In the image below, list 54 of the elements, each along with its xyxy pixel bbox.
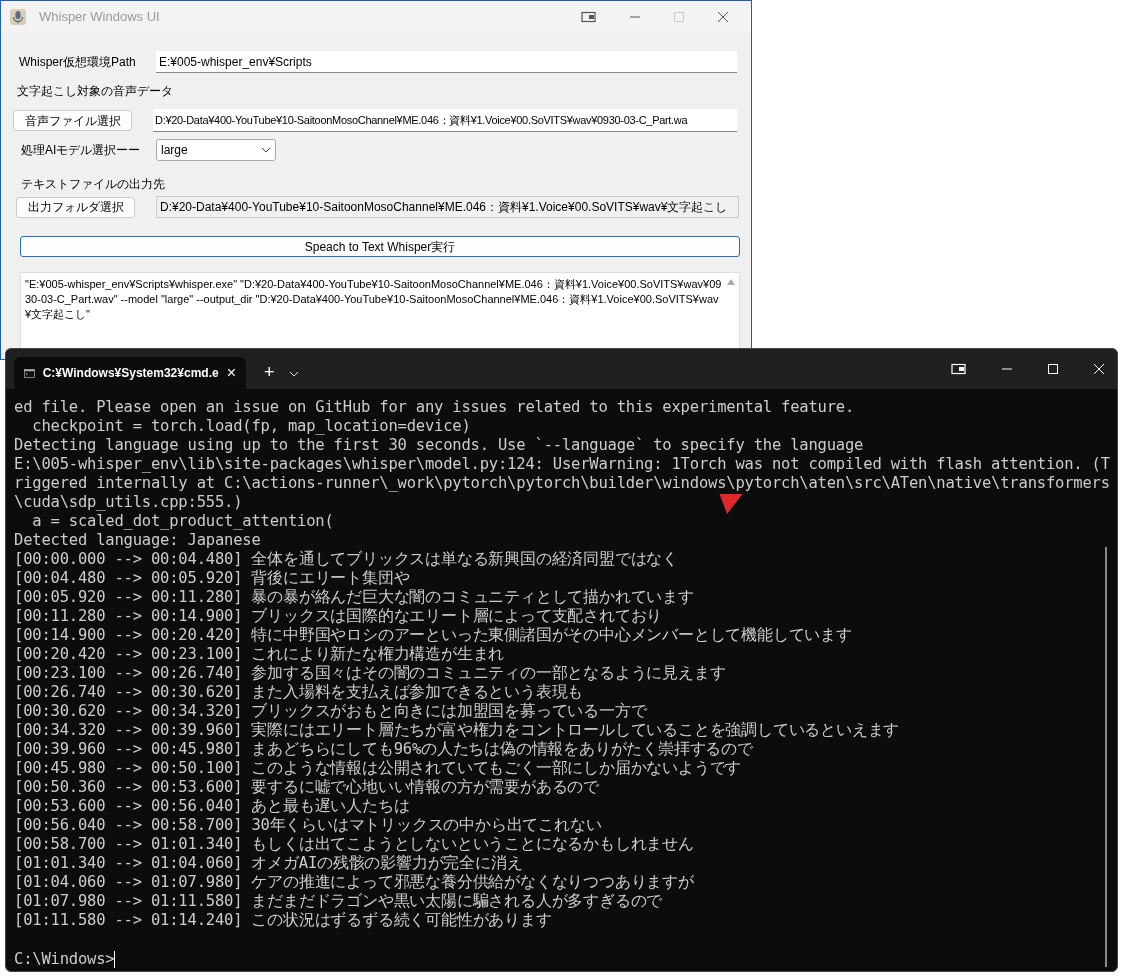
path-field[interactable]: E:¥005-whisper_env¥Scripts — [156, 51, 737, 73]
console-line: [00:39.960 --> 00:45.980] まあどちらにしても96%の人たちは偽の情報をありがたく崇拝するので — [14, 740, 753, 759]
scroll-up-icon — [727, 279, 735, 285]
chevron-down-icon[interactable] — [288, 371, 299, 377]
model-label: 処理AIモデル選択ーー — [21, 142, 142, 159]
console-line: riggered internally at C:\actions-runner\_work\pytorch\pytorch\builder\windows\pytorch\aten\src\ATen\native\transformers — [14, 474, 1110, 493]
tab-close-button[interactable]: × — [226, 365, 236, 381]
console-line: a = scaled_dot_product_attention( — [31, 512, 334, 531]
console-line: [00:58.700 --> 01:01.340] もしくは出てこようとしないということになるかもしれません — [14, 835, 694, 854]
console-line: [00:14.900 --> 00:20.420] 特に中野国やロシのアーといった東側諸国がその中心メンバーとして機能しています — [14, 626, 852, 645]
console-line: [00:50.360 --> 00:53.600] 要するに嘘で心地いい情報の方が需要があるので — [14, 778, 600, 797]
console-line: [01:04.060 --> 01:07.980] ケアの推進によって邪悪な養分供給がなくなりつつありますが — [14, 873, 694, 892]
console-line: checkpoint = torch.load(fp, map_location=device) — [31, 417, 471, 436]
console-icon — [24, 366, 35, 380]
console-line: Detecting language using up to the first 30 seconds. Use `--language` to specify the language — [14, 436, 864, 455]
path-label: Whisper仮想環境Path — [19, 54, 137, 71]
console-prompt: C:\Windows> — [14, 950, 115, 969]
console-line: E:\005-whisper_env\lib\site-packages\whisper\model.py:124: UserWarning: 1Torch was not compiled with flash attention. (T — [14, 455, 1110, 474]
console-line: [00:23.100 --> 00:26.740] 参加する国々はその闇のコミュニティの一部となるように見えます — [14, 664, 726, 683]
console-line: [00:04.480 --> 00:05.920] 背後にエリート集団や — [14, 569, 410, 588]
window-layout-icon[interactable] — [581, 11, 597, 23]
console-line: [00:05.920 --> 00:11.280] 暴の暴が絡んだ巨大な闇のコミュニティとして描かれています — [14, 588, 694, 607]
console-line: [00:45.980 --> 00:50.100] このような情報は公開されていてもごく一部にしか届かないようです — [14, 759, 742, 778]
audio-file-field[interactable]: D:¥20-Data¥400-YouTube¥10-SaitoonMosoChannel¥ME.046：資料¥1.Voice¥00.SoVITS¥wav¥0930-03-C_Part.wa — [153, 109, 737, 132]
console-line: \cuda\sdp_utils.cpp:555.) — [14, 493, 243, 512]
output-section-label: テキストファイルの出力先 — [21, 176, 165, 193]
console-line: [00:30.620 --> 00:34.320] ブリックスがおもと向きには加盟国を募っている一方で — [14, 702, 647, 721]
terminal-tab[interactable]: C:¥Windows¥System32¥cmd.e × — [14, 357, 246, 389]
console-line: [01:01.340 --> 01:04.060] オメガAIの残骸の影響力が完全に消え — [14, 854, 523, 873]
microphone-icon — [9, 8, 27, 26]
console-line: [00:34.320 --> 00:39.960] 実際にはエリート層たちが富や権力をコントロールしていることを強調しているといえます — [14, 721, 900, 740]
console-line: [01:07.980 --> 01:11.580] まだまだドラゴンや黒い太陽に騙される人が多すぎるので — [14, 892, 663, 911]
output-folder-button[interactable]: 出力フォルダ選択 — [16, 196, 135, 218]
run-button[interactable]: Speach to Text Whisper実行 — [20, 236, 740, 257]
console-line: [00:53.600 --> 00:56.040] あと最も遅い人たちは — [14, 797, 410, 816]
model-dropdown[interactable]: large — [156, 139, 276, 161]
close-icon[interactable] — [717, 11, 729, 23]
audio-section-label: 文字起こし対象の音声データ — [17, 83, 173, 100]
console-line: [00:20.420 --> 00:23.100] これにより新たな権力構造が生まれ — [14, 645, 505, 664]
console-line: ed file. Please open an issue on GitHub for any issues related to this experimental feature. — [14, 398, 855, 417]
window-title: Whisper Windows UI — [39, 8, 160, 27]
chevron-down-icon — [261, 147, 271, 153]
console-line: [00:11.280 --> 00:14.900] ブリックスは国際的なエリート層によって支配されており — [14, 607, 663, 626]
console-line: [00:56.040 --> 00:58.700] 30年くらいはマトリックスの中から出てこれない — [14, 816, 602, 835]
new-tab-button[interactable]: + — [264, 363, 275, 381]
console-line: Detected language: Japanese — [14, 531, 261, 550]
log-text: "E:¥005-whisper_env¥Scripts¥whisper.exe" "D:¥20-Data¥400-YouTube¥10-SaitoonMosoChannel¥ME.046：資料¥1.Voice¥00.SoVITS¥wav¥0930-03-C_Part.wav" --model "large" --output_dir "D:¥20-Data¥400-YouTube¥10-SaitoonMosoChannel¥ME.046：資料¥1.Voice¥00.SoVITS¥wav¥文字起こし" — [24, 277, 723, 322]
console-line: [01:11.580 --> 01:14.240] この状況はずるずる続く可能性があります — [14, 911, 552, 930]
console-line: [00:26.740 --> 00:30.620] また入場料を支払えば参加できるという表現も — [14, 683, 584, 702]
output-folder-field: D:¥20-Data¥400-YouTube¥10-SaitoonMosoChannel¥ME.046：資料¥1.Voice¥00.SoVITS¥wav¥文字起こし — [156, 196, 739, 218]
text-cursor — [114, 951, 116, 968]
pointer-icon — [718, 494, 744, 514]
console-line: [00:00.000 --> 00:04.480] 全体を通してブリックスは単なる新興国の経済同盟ではなく — [14, 550, 679, 569]
audio-file-button[interactable]: 音声ファイル選択 — [13, 110, 132, 131]
